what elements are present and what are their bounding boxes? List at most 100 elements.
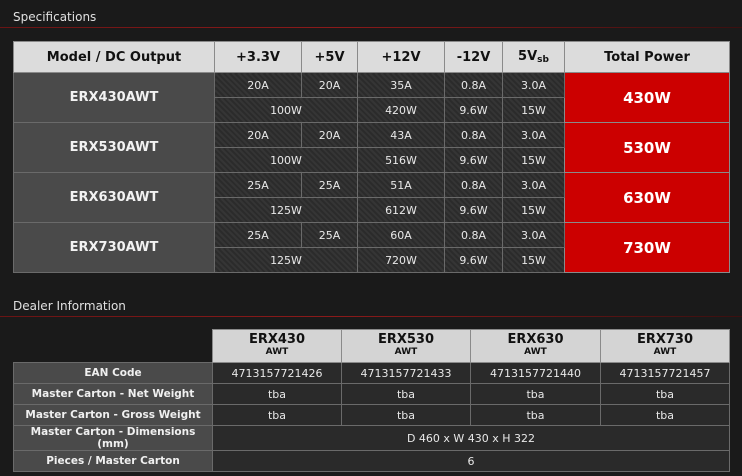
dealer-header-blank <box>14 330 213 363</box>
amp-3v3: 20A <box>214 122 302 148</box>
dealer-model-name: ERX630 <box>507 332 564 347</box>
net-weight-label: Master Carton - Net Weight <box>13 383 213 405</box>
table-row: EAN Code 4713157721426 4713157721433 471… <box>13 362 730 384</box>
watt-12v: 612W <box>357 197 445 223</box>
pieces-label: Pieces / Master Carton <box>13 450 213 472</box>
ean-code-value: 4713157721457 <box>600 362 730 384</box>
model-name: ERX730AWT <box>13 222 215 273</box>
watt-neg12v: 9.6W <box>444 197 503 223</box>
pieces-value: 6 <box>212 450 730 472</box>
dealer-info-table: ERX430 AWT ERX530 AWT ERX630 AWT ERX730 AWT … <box>13 329 730 472</box>
dealer-model-suffix: AWT <box>394 347 418 357</box>
header-5vsb: 5Vsb <box>502 41 565 73</box>
gross-weight-value: tba <box>341 404 471 426</box>
table-row: ERX630AWT 25A 25A 51A 0.8A 3.0A 630W <box>13 172 730 223</box>
header-3v3: +3.3V <box>214 41 302 73</box>
ean-code-value: 4713157721433 <box>341 362 471 384</box>
table-row: ERX530AWT 20A 20A 43A 0.8A 3.0A 530W <box>13 122 730 173</box>
dealer-model-name: ERX730 <box>636 332 694 347</box>
amp-5v: 25A <box>301 172 358 198</box>
watt-neg12v: 9.6W <box>444 247 503 273</box>
model-name: ERX430AWT <box>13 72 215 123</box>
watt-5vsb: 15W <box>502 147 565 173</box>
watt-3v3-5v-combined: 100W <box>214 97 358 123</box>
amp-3v3: 25A <box>214 172 302 198</box>
dealer-model-header: ERX430 AWT <box>212 329 342 363</box>
table-row: Master Carton - Dimensions (mm) D 460 x … <box>13 425 730 451</box>
dimensions-value: D 460 x W 430 x H 322 <box>212 425 730 451</box>
amp-3v3: 25A <box>214 222 302 248</box>
dealer-info-title: Dealer Information <box>13 299 126 313</box>
watt-5vsb: 15W <box>502 247 565 273</box>
table-row: Master Carton - Gross Weight tba tba tba… <box>13 404 730 426</box>
amp-neg12v: 0.8A <box>444 72 503 98</box>
specifications-title: Specifications <box>13 10 97 24</box>
header-12v: +12V <box>357 41 445 73</box>
table-row: ERX730AWT 25A 25A 60A 0.8A 3.0A 730W <box>13 222 730 273</box>
gross-weight-label: Master Carton - Gross Weight <box>13 404 213 426</box>
ean-code-value: 4713157721426 <box>212 362 342 384</box>
header-neg12v: -12V <box>444 41 503 73</box>
amp-5vsb: 3.0A <box>502 122 565 148</box>
amp-5vsb: 3.0A <box>502 72 565 98</box>
dealer-model-name: ERX530 <box>377 332 435 347</box>
dealer-model-suffix: AWT <box>524 347 547 357</box>
dealer-header-row: ERX430 AWT ERX530 AWT ERX630 AWT ERX730 AWT <box>14 329 730 363</box>
total-power: 630W <box>564 172 730 223</box>
model-name: ERX530AWT <box>13 122 215 173</box>
amp-12v: 51A <box>357 172 445 198</box>
gross-weight-value: tba <box>470 404 601 426</box>
amp-5v: 20A <box>301 122 358 148</box>
gross-weight-value: tba <box>212 404 342 426</box>
total-power: 530W <box>564 122 730 173</box>
specifications-table: Model / DC Output +3.3V +5V +12V -12V 5V… <box>13 41 730 273</box>
amp-5vsb: 3.0A <box>502 222 565 248</box>
dealer-model-header: ERX530 AWT <box>341 329 471 363</box>
amp-5vsb: 3.0A <box>502 172 565 198</box>
watt-12v: 420W <box>357 97 445 123</box>
amp-neg12v: 0.8A <box>444 122 503 148</box>
net-weight-value: tba <box>212 383 342 405</box>
table-row: ERX430AWT 20A 20A 35A 0.8A 3.0A 430W <box>13 72 730 123</box>
gross-weight-value: tba <box>600 404 730 426</box>
watt-5vsb: 15W <box>502 97 565 123</box>
header-total-power: Total Power <box>564 41 730 73</box>
amp-3v3: 20A <box>214 72 302 98</box>
amp-5v: 20A <box>301 72 358 98</box>
amp-12v: 35A <box>357 72 445 98</box>
amp-12v: 60A <box>357 222 445 248</box>
amp-5v: 25A <box>301 222 358 248</box>
table-row: Master Carton - Net Weight tba tba tba t… <box>13 383 730 405</box>
header-5vsb-main: 5V <box>518 49 538 64</box>
watt-3v3-5v-combined: 125W <box>214 197 358 223</box>
dealer-model-header: ERX730 AWT <box>600 329 730 363</box>
amp-neg12v: 0.8A <box>444 172 503 198</box>
amp-12v: 43A <box>357 122 445 148</box>
watt-neg12v: 9.6W <box>444 97 503 123</box>
dealer-model-suffix: AWT <box>653 347 677 357</box>
specifications-divider <box>0 27 742 28</box>
dimensions-label: Master Carton - Dimensions (mm) <box>13 425 213 451</box>
dealer-model-suffix: AWT <box>265 347 289 357</box>
watt-12v: 516W <box>357 147 445 173</box>
spec-header-row: Model / DC Output +3.3V +5V +12V -12V 5V… <box>13 41 730 73</box>
ean-code-label: EAN Code <box>13 362 213 384</box>
dealer-model-header: ERX630 AWT <box>470 329 601 363</box>
watt-3v3-5v-combined: 100W <box>214 147 358 173</box>
table-row: Pieces / Master Carton 6 <box>13 450 730 472</box>
header-5vsb-sub: sb <box>537 55 549 65</box>
model-name: ERX630AWT <box>13 172 215 223</box>
net-weight-value: tba <box>600 383 730 405</box>
dealer-info-divider <box>0 316 742 317</box>
net-weight-value: tba <box>470 383 601 405</box>
watt-5vsb: 15W <box>502 197 565 223</box>
ean-code-value: 4713157721440 <box>470 362 601 384</box>
watt-12v: 720W <box>357 247 445 273</box>
header-5v: +5V <box>301 41 358 73</box>
header-model: Model / DC Output <box>13 41 215 73</box>
watt-3v3-5v-combined: 125W <box>214 247 358 273</box>
total-power: 430W <box>564 72 730 123</box>
amp-neg12v: 0.8A <box>444 222 503 248</box>
total-power: 730W <box>564 222 730 273</box>
net-weight-value: tba <box>341 383 471 405</box>
